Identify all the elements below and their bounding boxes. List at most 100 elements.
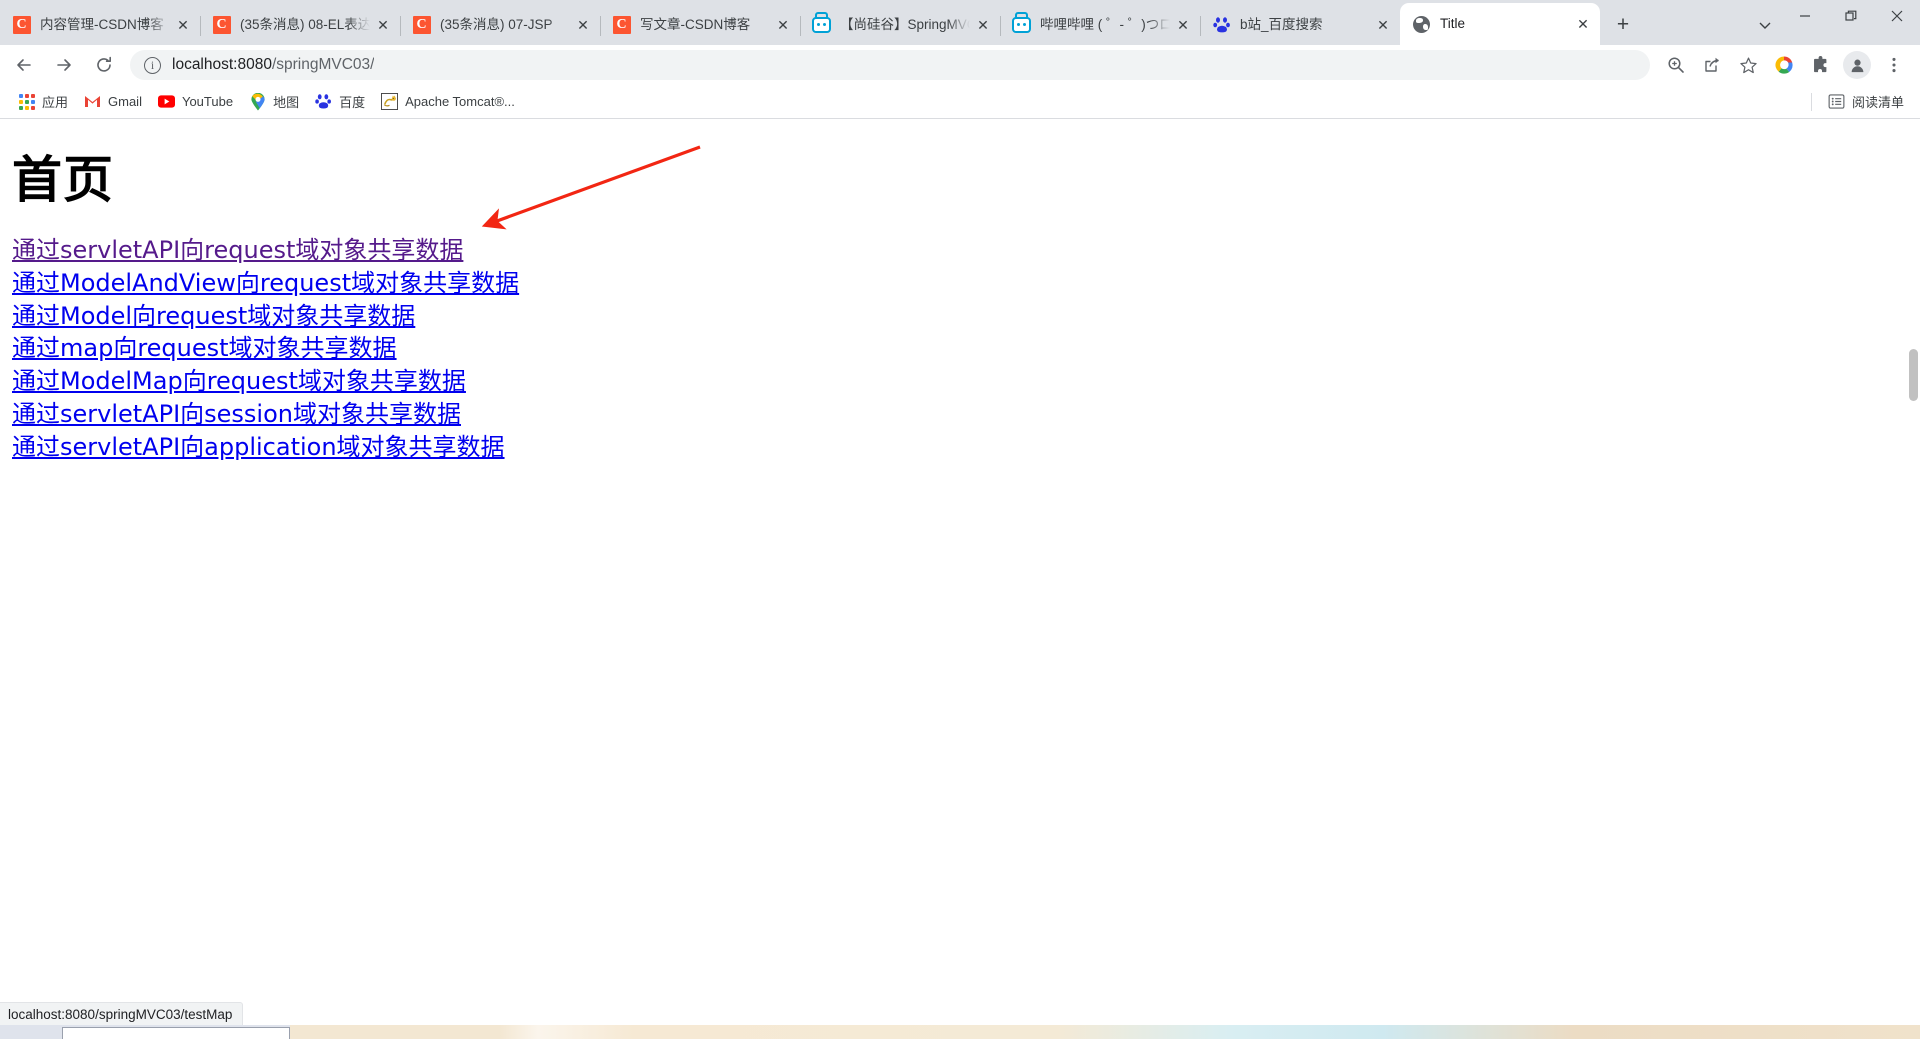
page-content: 首页 通过servletAPI向request域对象共享数据 通过ModelAn…	[0, 119, 1920, 472]
bookmark-youtube[interactable]: YouTube	[150, 89, 241, 115]
link-servletapi-application[interactable]: 通过servletAPI向application域对象共享数据	[12, 431, 505, 464]
bookmark-baidu[interactable]: 百度	[307, 89, 373, 115]
close-icon[interactable]: ✕	[972, 14, 994, 36]
google-account-icon[interactable]	[1769, 50, 1799, 80]
tab-strip: C 内容管理-CSDN博客 ✕ C (35条消息) 08-EL表达式 ✕ C (…	[0, 0, 1920, 45]
tab-divider	[1200, 16, 1201, 36]
share-icon[interactable]	[1697, 50, 1727, 80]
csdn-icon: C	[412, 16, 431, 35]
bookmarks-bar: 应用 Gmail YouTube 地图 百度 Apache Tomcat®...…	[0, 85, 1920, 119]
forward-icon[interactable]	[49, 50, 79, 80]
chrome-menu-icon[interactable]	[1879, 50, 1909, 80]
tab-title: (35条消息) 08-EL表达式	[240, 17, 370, 32]
browser-tab-2[interactable]: C (35条消息) 07-JSP ✕	[400, 5, 600, 45]
tab-divider	[400, 16, 401, 36]
url-path: /springMVC03/	[271, 56, 375, 73]
baidu-icon	[1212, 16, 1231, 35]
csdn-icon: C	[12, 16, 31, 35]
youtube-icon	[157, 93, 175, 110]
link-modelmap-request[interactable]: 通过ModelMap向request域对象共享数据	[12, 365, 466, 398]
page-title: 首页	[12, 151, 114, 209]
address-bar[interactable]: i localhost:8080/springMVC03/	[130, 50, 1650, 80]
browser-tab-0[interactable]: C 内容管理-CSDN博客 ✕	[0, 5, 200, 45]
bookmark-label: Apache Tomcat®...	[405, 94, 515, 109]
browser-tab-4[interactable]: 【尚硅谷】SpringMVC ✕	[800, 5, 1000, 45]
close-icon[interactable]: ✕	[372, 14, 394, 36]
bookmark-apps[interactable]: 应用	[10, 89, 76, 115]
site-info-icon[interactable]: i	[144, 56, 161, 74]
tab-divider	[800, 16, 801, 36]
tomcat-icon	[381, 93, 399, 110]
close-icon[interactable]: ✕	[772, 14, 794, 36]
background-window-body-peek	[62, 1027, 290, 1039]
tab-title: 哔哩哔哩 ( ゜- ゜)つロ	[1040, 17, 1170, 32]
extensions-puzzle-icon[interactable]	[1805, 50, 1835, 80]
back-icon[interactable]	[9, 50, 39, 80]
tab-title: (35条消息) 07-JSP	[440, 17, 553, 32]
close-icon[interactable]	[1874, 0, 1920, 32]
close-icon[interactable]: ✕	[572, 14, 594, 36]
status-bar-link-preview: localhost:8080/springMVC03/testMap	[0, 1002, 244, 1025]
reload-icon[interactable]	[89, 50, 119, 80]
window-controls	[1782, 0, 1920, 45]
reading-list-icon	[1828, 93, 1845, 110]
tab-title: 写文章-CSDN博客	[640, 17, 751, 32]
tab-divider	[600, 16, 601, 36]
link-map-request[interactable]: 通过map向request域对象共享数据	[12, 332, 397, 365]
link-servletapi-request[interactable]: 通过servletAPI向request域对象共享数据	[12, 234, 463, 267]
bookmark-label: 应用	[42, 95, 69, 110]
tab-title: 内容管理-CSDN博客	[40, 17, 164, 32]
profile-avatar-icon[interactable]	[1843, 51, 1871, 79]
bookmark-label: Gmail	[108, 94, 142, 109]
chevron-down-icon[interactable]	[1748, 8, 1782, 42]
bookmark-star-icon[interactable]	[1733, 50, 1763, 80]
bookmark-gmail[interactable]: Gmail	[76, 89, 150, 115]
reading-list-button[interactable]: 阅读清单	[1820, 89, 1912, 115]
baidu-icon	[315, 93, 332, 110]
browser-tab-7-active[interactable]: Title ✕	[1400, 3, 1600, 45]
tab-title: 【尚硅谷】SpringMVC	[840, 17, 970, 32]
link-list: 通过servletAPI向request域对象共享数据 通过ModelAndVi…	[12, 234, 1910, 464]
new-tab-button[interactable]: +	[1606, 8, 1640, 42]
scrollbar-thumb[interactable]	[1909, 349, 1918, 401]
browser-window: C 内容管理-CSDN博客 ✕ C (35条消息) 08-EL表达式 ✕ C (…	[0, 0, 1920, 1039]
minimize-icon[interactable]	[1782, 0, 1828, 32]
google-maps-icon	[249, 92, 266, 110]
csdn-icon: C	[612, 16, 631, 35]
close-icon[interactable]: ✕	[172, 14, 194, 36]
url-text: localhost:8080/springMVC03/	[172, 56, 374, 74]
globe-icon	[1412, 15, 1431, 34]
bookmark-tomcat[interactable]: Apache Tomcat®...	[373, 89, 523, 115]
tab-title: b站_百度搜索	[1240, 17, 1323, 32]
link-modelandview-request[interactable]: 通过ModelAndView向request域对象共享数据	[12, 267, 519, 300]
bookmark-label: 百度	[339, 95, 366, 110]
apps-grid-icon	[18, 93, 35, 110]
vertical-scrollbar[interactable]	[1905, 119, 1920, 1039]
bilibili-icon	[1012, 12, 1031, 35]
close-icon[interactable]: ✕	[1372, 14, 1394, 36]
bookmark-maps[interactable]: 地图	[241, 89, 307, 115]
browser-toolbar: i localhost:8080/springMVC03/	[0, 45, 1920, 85]
browser-tab-3[interactable]: C 写文章-CSDN博客 ✕	[600, 5, 800, 45]
reading-list-label: 阅读清单	[1851, 95, 1904, 110]
zoom-icon[interactable]	[1661, 50, 1691, 80]
link-model-request[interactable]: 通过Model向request域对象共享数据	[12, 300, 415, 333]
csdn-icon: C	[212, 16, 231, 35]
link-servletapi-session[interactable]: 通过servletAPI向session域对象共享数据	[12, 398, 461, 431]
browser-tab-5[interactable]: 哔哩哔哩 ( ゜- ゜)つロ ✕	[1000, 5, 1200, 45]
bilibili-icon	[812, 12, 831, 35]
maximize-icon[interactable]	[1828, 0, 1874, 32]
browser-tab-6[interactable]: b站_百度搜索 ✕	[1200, 5, 1400, 45]
gmail-icon	[84, 93, 101, 110]
tab-divider	[200, 16, 201, 36]
close-icon[interactable]: ✕	[1172, 14, 1194, 36]
tabstrip-drag-area	[1640, 0, 1748, 45]
browser-tab-1[interactable]: C (35条消息) 08-EL表达式 ✕	[200, 5, 400, 45]
tab-divider	[1000, 16, 1001, 36]
tab-title: Title	[1440, 16, 1466, 31]
tab-list: C 内容管理-CSDN博客 ✕ C (35条消息) 08-EL表达式 ✕ C (…	[0, 0, 1600, 45]
close-icon[interactable]: ✕	[1572, 13, 1594, 35]
page-viewport: 首页 通过servletAPI向request域对象共享数据 通过ModelAn…	[0, 119, 1920, 1039]
bookmark-label: YouTube	[181, 94, 234, 109]
bookmarks-divider	[1810, 92, 1812, 111]
